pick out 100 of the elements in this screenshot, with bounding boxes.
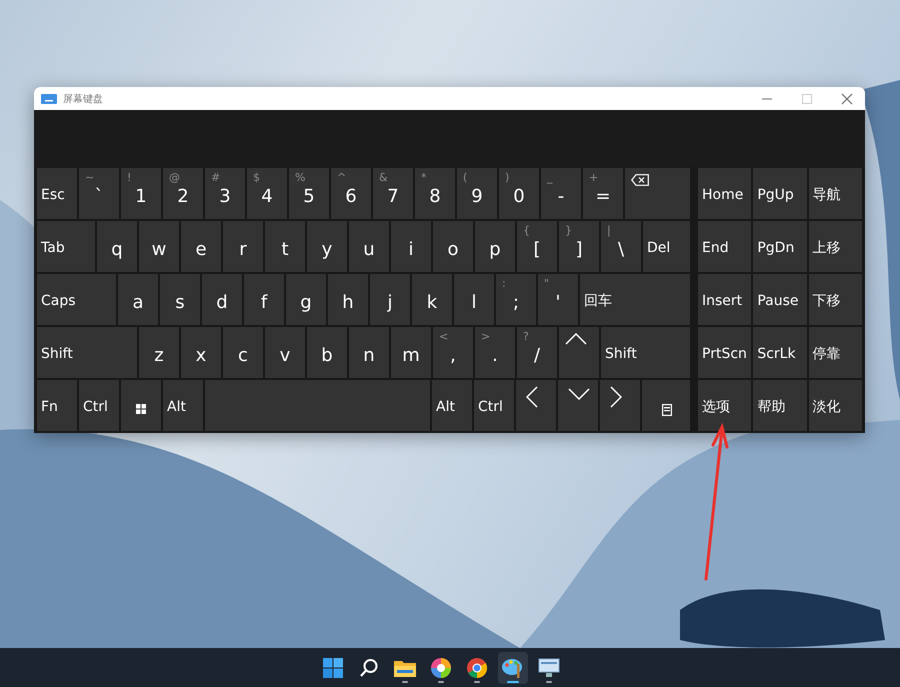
key[interactable]: Del xyxy=(643,221,690,272)
key[interactable]: ! 1 xyxy=(121,168,161,219)
key[interactable]: @ 2 xyxy=(163,168,203,219)
key[interactable]: 淡化 xyxy=(808,380,862,431)
key[interactable]: PgDn xyxy=(753,221,807,272)
key[interactable]: v xyxy=(265,327,305,378)
key[interactable]: # 3 xyxy=(205,168,245,219)
key[interactable]: ( 9 xyxy=(457,168,497,219)
window-title: 屏幕键盘 xyxy=(63,92,103,106)
up-arrow-key[interactable] xyxy=(559,327,599,378)
key[interactable]: ? / xyxy=(517,327,557,378)
chevron-right-icon xyxy=(610,386,622,408)
key[interactable]: Pause xyxy=(753,274,807,325)
shift-symbol: ? xyxy=(523,330,529,343)
key[interactable]: | \ xyxy=(601,221,641,272)
key[interactable]: n xyxy=(349,327,389,378)
key[interactable]: p xyxy=(475,221,515,272)
key[interactable]: Shift xyxy=(601,327,690,378)
key[interactable]: Insert xyxy=(698,274,752,325)
key[interactable]: z xyxy=(139,327,179,378)
right-arrow-key[interactable] xyxy=(600,380,640,431)
shift-symbol: + xyxy=(589,171,598,184)
key[interactable]: r xyxy=(223,221,263,272)
key[interactable]: 回车 xyxy=(580,274,690,325)
key[interactable]: ~ ` xyxy=(79,168,119,219)
key[interactable]: > . xyxy=(475,327,515,378)
key[interactable]: { [ xyxy=(517,221,557,272)
key[interactable]: 导航 xyxy=(808,168,862,219)
backspace-key[interactable] xyxy=(625,168,690,219)
shift-symbol: } xyxy=(565,224,572,237)
menu-key[interactable] xyxy=(642,380,690,431)
key[interactable]: e xyxy=(181,221,221,272)
down-arrow-key[interactable] xyxy=(558,380,598,431)
key[interactable]: Tab xyxy=(37,221,95,272)
windows-key[interactable] xyxy=(121,380,161,431)
key[interactable]: c xyxy=(223,327,263,378)
key[interactable]: ScrLk xyxy=(753,327,807,378)
key[interactable]: ) 0 xyxy=(499,168,539,219)
chevron-up-icon xyxy=(565,333,587,345)
key[interactable]: PgUp xyxy=(753,168,807,219)
shift-symbol: | xyxy=(607,224,611,237)
key[interactable]: 停靠 xyxy=(808,327,862,378)
key[interactable]: PrtScn xyxy=(698,327,752,378)
left-arrow-key[interactable] xyxy=(516,380,556,431)
key[interactable]: Ctrl xyxy=(79,380,119,431)
key[interactable]: a xyxy=(118,274,158,325)
key[interactable]: b xyxy=(307,327,347,378)
shift-symbol: : xyxy=(502,277,506,290)
key[interactable]: j xyxy=(370,274,410,325)
browser-icon xyxy=(467,658,487,678)
shift-symbol: " xyxy=(544,277,550,290)
key[interactable]: o xyxy=(433,221,473,272)
key[interactable]: w xyxy=(139,221,179,272)
key[interactable]: End xyxy=(698,221,752,272)
key[interactable]: u xyxy=(349,221,389,272)
key[interactable]: Alt xyxy=(163,380,203,431)
key[interactable]: Esc xyxy=(37,168,77,219)
key[interactable]: _ - xyxy=(541,168,581,219)
taskbar-palette-button[interactable] xyxy=(498,652,528,684)
shift-symbol: @ xyxy=(169,171,180,184)
key[interactable]: Fn xyxy=(37,380,77,431)
key[interactable]: s xyxy=(160,274,200,325)
key[interactable]: i xyxy=(391,221,431,272)
key[interactable]: m xyxy=(391,327,431,378)
key[interactable]: Alt xyxy=(432,380,472,431)
key[interactable]: 选项 xyxy=(698,380,752,431)
key[interactable]: f xyxy=(244,274,284,325)
key[interactable]: : ; xyxy=(496,274,536,325)
key[interactable]: 帮助 xyxy=(753,380,807,431)
key[interactable]: Home xyxy=(698,168,752,219)
key[interactable]: x xyxy=(181,327,221,378)
key[interactable]: l xyxy=(454,274,494,325)
menu-icon xyxy=(662,404,672,416)
key[interactable]: & 7 xyxy=(373,168,413,219)
key[interactable]: t xyxy=(265,221,305,272)
key[interactable]: 上移 xyxy=(808,221,862,272)
key[interactable]: ^ 6 xyxy=(331,168,371,219)
key[interactable]: Caps xyxy=(37,274,116,325)
key[interactable]: h xyxy=(328,274,368,325)
shift-symbol: ~ xyxy=(85,171,94,184)
key[interactable]: < , xyxy=(433,327,473,378)
key[interactable]: $ 4 xyxy=(247,168,287,219)
key[interactable]: + = xyxy=(583,168,623,219)
close-icon[interactable] xyxy=(841,92,853,104)
key[interactable]: y xyxy=(307,221,347,272)
shift-symbol: ! xyxy=(127,171,132,184)
shift-symbol: $ xyxy=(253,171,260,184)
shift-symbol: ) xyxy=(505,171,510,184)
key[interactable]: k xyxy=(412,274,452,325)
windows-logo-icon xyxy=(323,658,343,678)
key[interactable]: Shift xyxy=(37,327,137,378)
key[interactable]: Ctrl xyxy=(474,380,514,431)
key[interactable]: 下移 xyxy=(808,274,862,325)
key[interactable]: q xyxy=(97,221,137,272)
key[interactable]: g xyxy=(286,274,326,325)
key[interactable]: * 8 xyxy=(415,168,455,219)
key[interactable]: } ] xyxy=(559,221,599,272)
key[interactable]: " ' xyxy=(538,274,578,325)
key[interactable]: % 5 xyxy=(289,168,329,219)
key[interactable]: d xyxy=(202,274,242,325)
